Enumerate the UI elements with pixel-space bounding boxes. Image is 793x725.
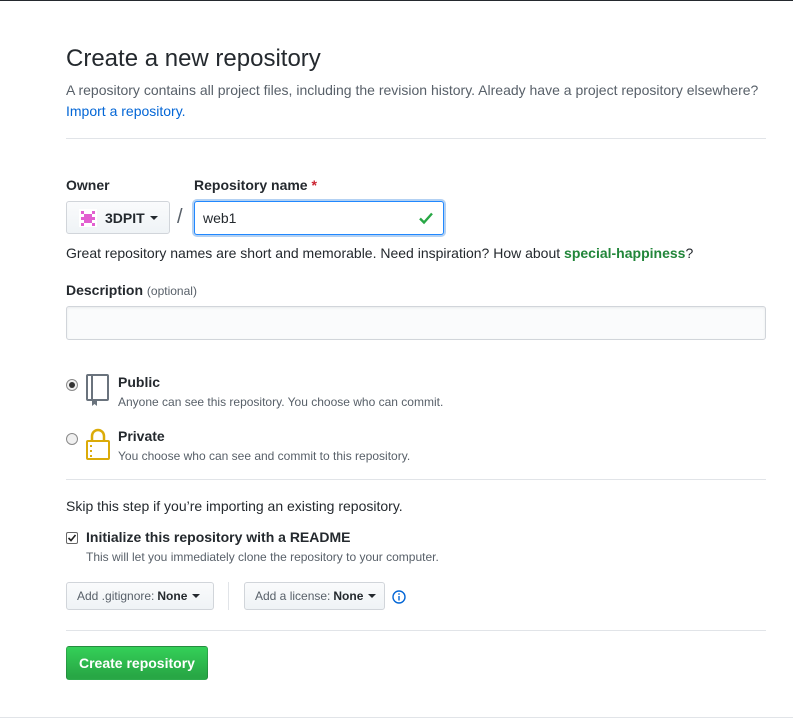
repo-name-hint: Great repository names are short and mem… [66,245,693,261]
public-title[interactable]: Public [118,374,160,390]
repo-name-label: Repository name * [194,177,317,193]
license-value: None [333,589,364,603]
skip-text: Skip this step if you’re importing an ex… [66,498,403,514]
chevron-down-icon [149,215,158,220]
public-note: Anyone can see this repository. You choo… [118,395,444,409]
checkmark-icon [67,534,77,542]
gitignore-prefix: Add .gitignore: [77,589,155,603]
license-select-button[interactable]: Add a license: None [244,582,385,610]
lock-icon [86,428,110,460]
repository-name-input[interactable] [194,201,444,235]
owner-name: 3DPIT [105,209,145,226]
public-radio[interactable] [66,379,78,391]
gitignore-select-button[interactable]: Add .gitignore: None [66,582,214,610]
owner-select-button[interactable]: 3DPIT [66,201,170,234]
vertical-divider [228,582,229,610]
description-label-text: Description [66,282,144,298]
gitignore-value: None [157,589,188,603]
readme-note: This will let you immediately clone the … [86,550,439,564]
private-note: You choose who can see and commit to thi… [118,449,411,463]
readme-checkbox[interactable] [66,532,78,544]
required-mark: * [311,177,317,193]
description-label: Description (optional) [66,282,197,298]
repo-name-label-text: Repository name [194,177,308,193]
optional-tag: (optional) [146,284,197,298]
create-repository-button[interactable]: Create repository [66,646,208,680]
repo-book-icon [86,374,109,406]
page-bottom-divider [0,717,793,718]
description-input[interactable] [66,306,766,340]
owner-label: Owner [66,177,110,193]
private-title[interactable]: Private [118,428,165,444]
page-subtitle: A repository contains all project files,… [66,80,766,122]
divider [66,138,766,139]
private-radio[interactable] [66,433,78,445]
readme-label[interactable]: Initialize this repository with a README [86,529,350,545]
owner-avatar-icon [79,208,97,227]
import-repository-link[interactable]: Import a repository. [66,103,186,119]
chevron-down-icon [368,594,377,598]
subtitle-text: A repository contains all project files,… [66,82,759,98]
divider [66,630,766,631]
hint-text: Great repository names are short and mem… [66,245,565,261]
check-icon [419,212,433,225]
divider [66,479,766,480]
info-icon[interactable] [392,590,406,604]
page-title: Create a new repository [66,45,321,72]
chevron-down-icon [192,594,201,598]
license-prefix: Add a license: [255,589,331,603]
hint-end: ? [685,245,694,261]
owner-repo-separator: / [177,206,183,228]
name-suggestion[interactable]: special-happiness [564,245,685,261]
